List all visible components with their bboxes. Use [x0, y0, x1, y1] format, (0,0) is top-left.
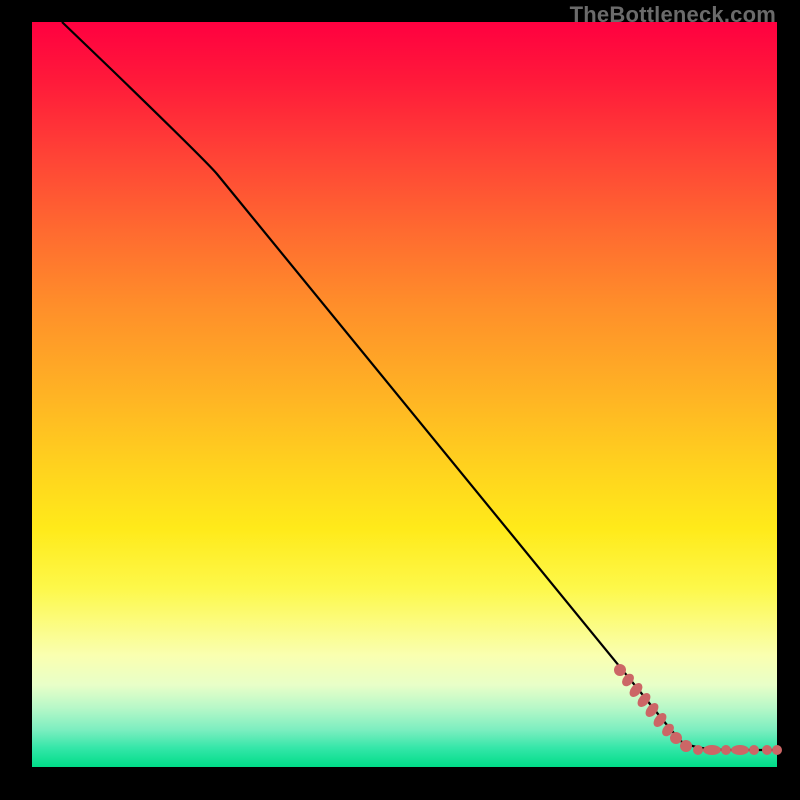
chart-overlay: [32, 22, 777, 767]
chart-curve: [62, 22, 777, 750]
chart-frame: TheBottleneck.com: [0, 0, 800, 800]
watermark-text: TheBottleneck.com: [570, 2, 776, 28]
chart-dotted-tail: [614, 664, 782, 755]
